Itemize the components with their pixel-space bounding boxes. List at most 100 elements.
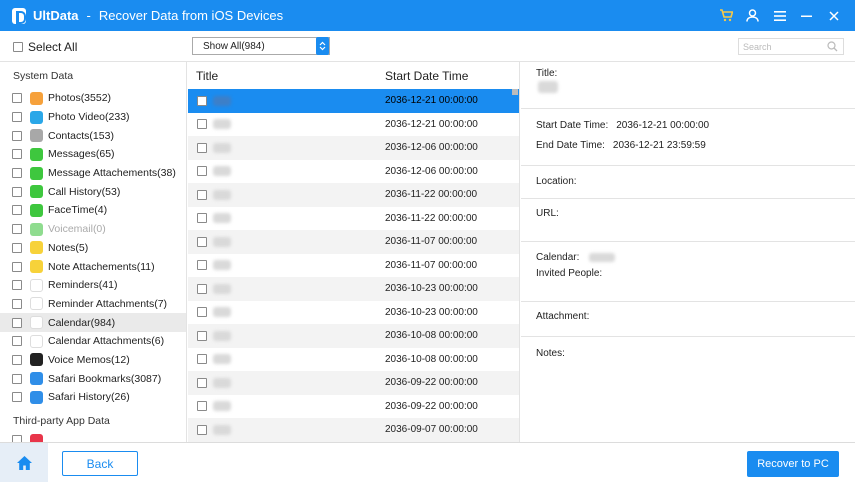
row-title-redacted: [213, 142, 231, 153]
row-checkbox[interactable]: [197, 95, 207, 106]
sidebar-item-third-party-partial[interactable]: [0, 431, 186, 442]
row-checkbox[interactable]: [197, 307, 207, 318]
sidebar-item[interactable]: Messages(65): [0, 145, 186, 164]
show-filter-dropdown[interactable]: Show All(984): [192, 37, 330, 55]
table-row[interactable]: 2036-12-06 00:00:00: [188, 136, 519, 160]
search-input[interactable]: Search: [738, 38, 844, 55]
table-row[interactable]: 2036-12-21 00:00:00: [188, 89, 519, 113]
close-icon[interactable]: [820, 0, 847, 31]
sidebar-item-checkbox[interactable]: [12, 280, 22, 291]
row-title-redacted: [213, 283, 231, 294]
table-row[interactable]: 2036-11-07 00:00:00: [188, 230, 519, 254]
column-start-date[interactable]: Start Date Time: [385, 69, 468, 83]
title-separator: -: [86, 8, 91, 23]
notes-icon: [30, 241, 43, 255]
sidebar-item-checkbox[interactable]: [12, 298, 22, 309]
row-checkbox[interactable]: [197, 283, 207, 294]
column-title[interactable]: Title: [188, 69, 385, 83]
sidebar-item[interactable]: Contacts(153): [0, 126, 186, 145]
table-row[interactable]: 2036-11-22 00:00:00: [188, 207, 519, 231]
sidebar-item[interactable]: Safari History(26): [0, 388, 186, 407]
select-all[interactable]: Select All: [13, 40, 77, 54]
details-calendar-section: Calendar: Invited People:: [521, 242, 855, 302]
chevron-down-icon[interactable]: [316, 37, 329, 55]
sidebar-item-checkbox[interactable]: [12, 112, 22, 123]
details-notes-section: Notes:: [521, 337, 855, 397]
sidebar-item[interactable]: Safari Bookmarks(3087): [0, 369, 186, 388]
sidebar-item-checkbox[interactable]: [12, 373, 22, 384]
sidebar-item-checkbox[interactable]: [12, 261, 22, 272]
details-attachment-section: Attachment:: [521, 302, 855, 337]
sidebar-item-checkbox[interactable]: [12, 392, 22, 403]
sidebar-item[interactable]: Calendar Attachments(6): [0, 332, 186, 351]
table-row[interactable]: 2036-09-07 00:00:00: [188, 418, 519, 442]
table-row[interactable]: 2036-10-08 00:00:00: [188, 324, 519, 348]
sidebar-item-checkbox[interactable]: [12, 435, 22, 442]
sidebar-item-checkbox[interactable]: [12, 149, 22, 160]
row-checkbox[interactable]: [197, 401, 207, 412]
sidebar-item[interactable]: Calendar(984): [0, 313, 186, 332]
sidebar-item[interactable]: Voicemail(0): [0, 220, 186, 239]
table-row[interactable]: 2036-12-21 00:00:00: [188, 113, 519, 137]
home-button[interactable]: [0, 443, 48, 482]
table-row[interactable]: 2036-11-22 00:00:00: [188, 183, 519, 207]
row-checkbox[interactable]: [197, 236, 207, 247]
row-start-date: 2036-11-07 00:00:00: [385, 259, 478, 271]
call-history-icon: [30, 185, 43, 199]
sidebar-item-checkbox[interactable]: [12, 354, 22, 365]
row-checkbox[interactable]: [197, 330, 207, 341]
calendar-icon: [30, 316, 43, 330]
row-checkbox[interactable]: [197, 260, 207, 271]
sidebar-item-checkbox[interactable]: [12, 224, 22, 235]
sidebar-item-checkbox[interactable]: [12, 168, 22, 179]
table-row[interactable]: 2036-11-07 00:00:00: [188, 254, 519, 278]
back-button[interactable]: Back: [62, 451, 138, 476]
sidebar-item[interactable]: Voice Memos(12): [0, 351, 186, 370]
reminder-attachments-icon: [30, 297, 43, 311]
sidebar-item-checkbox[interactable]: [12, 93, 22, 104]
sidebar-item-checkbox[interactable]: [12, 317, 22, 328]
select-all-checkbox[interactable]: [13, 42, 23, 52]
table-row[interactable]: 2036-10-23 00:00:00: [188, 301, 519, 325]
user-icon[interactable]: [739, 0, 766, 31]
sidebar-item-label: Calendar(984): [48, 316, 116, 329]
minimize-icon[interactable]: [793, 0, 820, 31]
row-checkbox[interactable]: [197, 377, 207, 388]
cart-icon[interactable]: [712, 0, 739, 31]
start-date-label: Start Date Time:: [536, 120, 609, 131]
sidebar-item-checkbox[interactable]: [12, 186, 22, 197]
sidebar-item[interactable]: Call History(53): [0, 182, 186, 201]
table-row[interactable]: 2036-10-23 00:00:00: [188, 277, 519, 301]
table-row[interactable]: 2036-09-22 00:00:00: [188, 371, 519, 395]
sidebar-item-checkbox[interactable]: [12, 242, 22, 253]
menu-icon[interactable]: [766, 0, 793, 31]
table-row[interactable]: 2036-09-22 00:00:00: [188, 395, 519, 419]
sidebar-item-label: Contacts(153): [48, 129, 114, 142]
row-checkbox[interactable]: [197, 213, 207, 224]
search-placeholder: Search: [743, 41, 772, 52]
sidebar-item[interactable]: Photos(3552): [0, 89, 186, 108]
sidebar-item[interactable]: Note Attachements(11): [0, 257, 186, 276]
safari-bookmarks-icon: [30, 372, 43, 386]
search-icon[interactable]: [827, 41, 838, 54]
sidebar-item[interactable]: FaceTime(4): [0, 201, 186, 220]
row-checkbox[interactable]: [197, 142, 207, 153]
row-checkbox[interactable]: [197, 354, 207, 365]
list-scrollbar[interactable]: [512, 89, 518, 95]
table-row[interactable]: 2036-12-06 00:00:00: [188, 160, 519, 184]
sidebar-item[interactable]: Notes(5): [0, 239, 186, 258]
row-checkbox[interactable]: [197, 166, 207, 177]
recover-to-pc-button[interactable]: Recover to PC: [747, 451, 839, 477]
sidebar-item-checkbox[interactable]: [12, 130, 22, 141]
row-checkbox[interactable]: [197, 189, 207, 200]
table-row[interactable]: 2036-10-08 00:00:00: [188, 348, 519, 372]
row-checkbox[interactable]: [197, 424, 207, 435]
sidebar-item[interactable]: Message Attachements(38): [0, 164, 186, 183]
calendar-label: Calendar:: [536, 252, 580, 263]
sidebar-item-checkbox[interactable]: [12, 205, 22, 216]
row-checkbox[interactable]: [197, 119, 207, 130]
sidebar-item[interactable]: Reminder Attachments(7): [0, 295, 186, 314]
sidebar-item[interactable]: Reminders(41): [0, 276, 186, 295]
sidebar-item-checkbox[interactable]: [12, 336, 22, 347]
sidebar-item[interactable]: Photo Video(233): [0, 108, 186, 127]
